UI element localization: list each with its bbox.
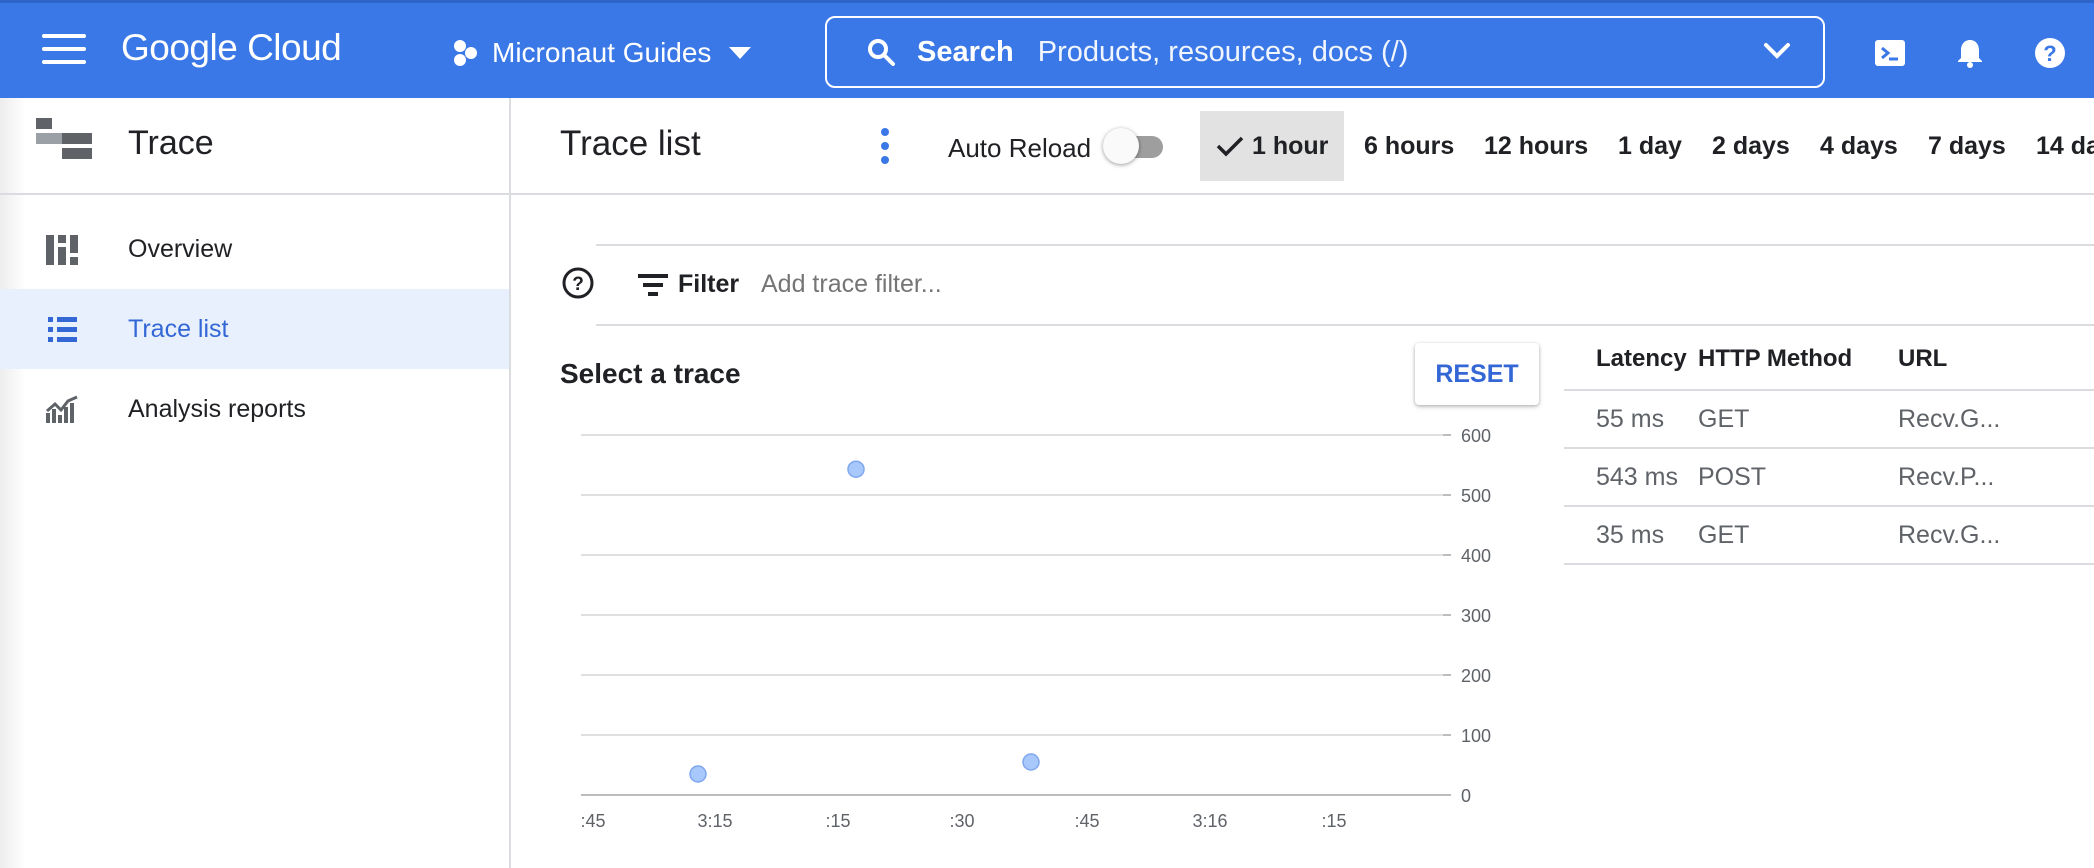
- y-tick-label: 400: [1461, 546, 1491, 566]
- cell-latency: 35 ms: [1564, 506, 1698, 565]
- list-icon: [48, 317, 77, 342]
- trace-point: [847, 460, 865, 478]
- header-http-method[interactable]: HTTP Method: [1698, 328, 1898, 391]
- x-tick-label: :15: [1321, 811, 1346, 831]
- table-row[interactable]: 35 ms GET Recv.G...: [1564, 506, 2094, 565]
- y-tick-label: 0: [1461, 786, 1471, 806]
- svg-text:?: ?: [2043, 41, 2056, 66]
- trace-point: [1022, 753, 1040, 771]
- notifications-icon[interactable]: [1953, 36, 1987, 70]
- cell-url: Recv.G...: [1898, 506, 2094, 565]
- dashboard-icon: [46, 235, 78, 265]
- table-row[interactable]: 543 ms POST Recv.P...: [1564, 448, 2094, 507]
- x-tick-label: 3:16: [1192, 811, 1227, 831]
- header-latency[interactable]: Latency: [1564, 328, 1698, 391]
- x-tick-label: :15: [825, 811, 850, 831]
- sidebar-item-overview[interactable]: Overview: [0, 209, 509, 289]
- chevron-down-icon[interactable]: [1763, 42, 1791, 60]
- header-url[interactable]: URL: [1898, 328, 2094, 391]
- sidebar-item-analysis-reports[interactable]: Analysis reports: [0, 369, 509, 449]
- search-bar[interactable]: Search Products, resources, docs (/): [825, 16, 1825, 88]
- cell-latency: 55 ms: [1564, 390, 1698, 449]
- search-label: Search: [917, 35, 1014, 68]
- trace-table: Latency HTTP Method URL 55 ms GET Recv.G…: [1564, 328, 2094, 565]
- analytics-icon: [46, 395, 78, 423]
- x-tick-label: 3:15: [697, 811, 732, 831]
- cell-url: Recv.G...: [1898, 390, 2094, 449]
- x-tick-label: :45: [580, 811, 605, 831]
- sidebar-item-label: Overview: [128, 234, 233, 263]
- y-tick-label: 200: [1461, 666, 1491, 686]
- y-tick-label: 500: [1461, 486, 1491, 506]
- cloud-shell-icon[interactable]: [1873, 36, 1907, 70]
- sidebar: Trace Overview Trace list Analysis repor…: [0, 98, 511, 868]
- project-selector[interactable]: Micronaut Guides: [452, 33, 765, 73]
- x-tick-label: :45: [1074, 811, 1099, 831]
- y-tick-label: 600: [1461, 426, 1491, 446]
- cell-url: Recv.P...: [1898, 448, 2094, 507]
- top-app-bar: Google Cloud Micronaut Guides Search Pro…: [0, 0, 2094, 98]
- project-icon: [454, 40, 477, 66]
- table-row[interactable]: 55 ms GET Recv.G...: [1564, 390, 2094, 449]
- sidebar-item-label: Trace list: [128, 314, 229, 343]
- search-placeholder: Products, resources, docs (/): [1037, 35, 1409, 68]
- menu-icon[interactable]: [42, 34, 86, 70]
- trace-point: [689, 765, 707, 783]
- cell-latency: 543 ms: [1564, 448, 1698, 507]
- y-tick-label: 100: [1461, 726, 1491, 746]
- caret-down-icon: [729, 47, 752, 59]
- cell-http-method: POST: [1698, 448, 1898, 507]
- trace-logo-icon: [36, 118, 92, 159]
- google-cloud-logo[interactable]: Google Cloud: [121, 27, 342, 69]
- cell-http-method: GET: [1698, 390, 1898, 449]
- product-title: Trace: [128, 124, 214, 162]
- y-tick-label: 300: [1461, 606, 1491, 626]
- project-name: Micronaut Guides: [492, 37, 712, 68]
- sidebar-item-label: Analysis reports: [128, 394, 306, 423]
- sidebar-item-trace-list[interactable]: Trace list: [0, 289, 509, 369]
- x-tick-label: :30: [949, 811, 974, 831]
- search-icon: [868, 39, 895, 66]
- sidebar-header: Trace: [0, 98, 509, 195]
- main-content: Trace list Auto Reload 1 hour 6 hours 12…: [511, 98, 2094, 868]
- help-icon[interactable]: ?: [2033, 36, 2067, 70]
- table-header-row: Latency HTTP Method URL: [1564, 328, 2094, 391]
- cell-http-method: GET: [1698, 506, 1898, 565]
